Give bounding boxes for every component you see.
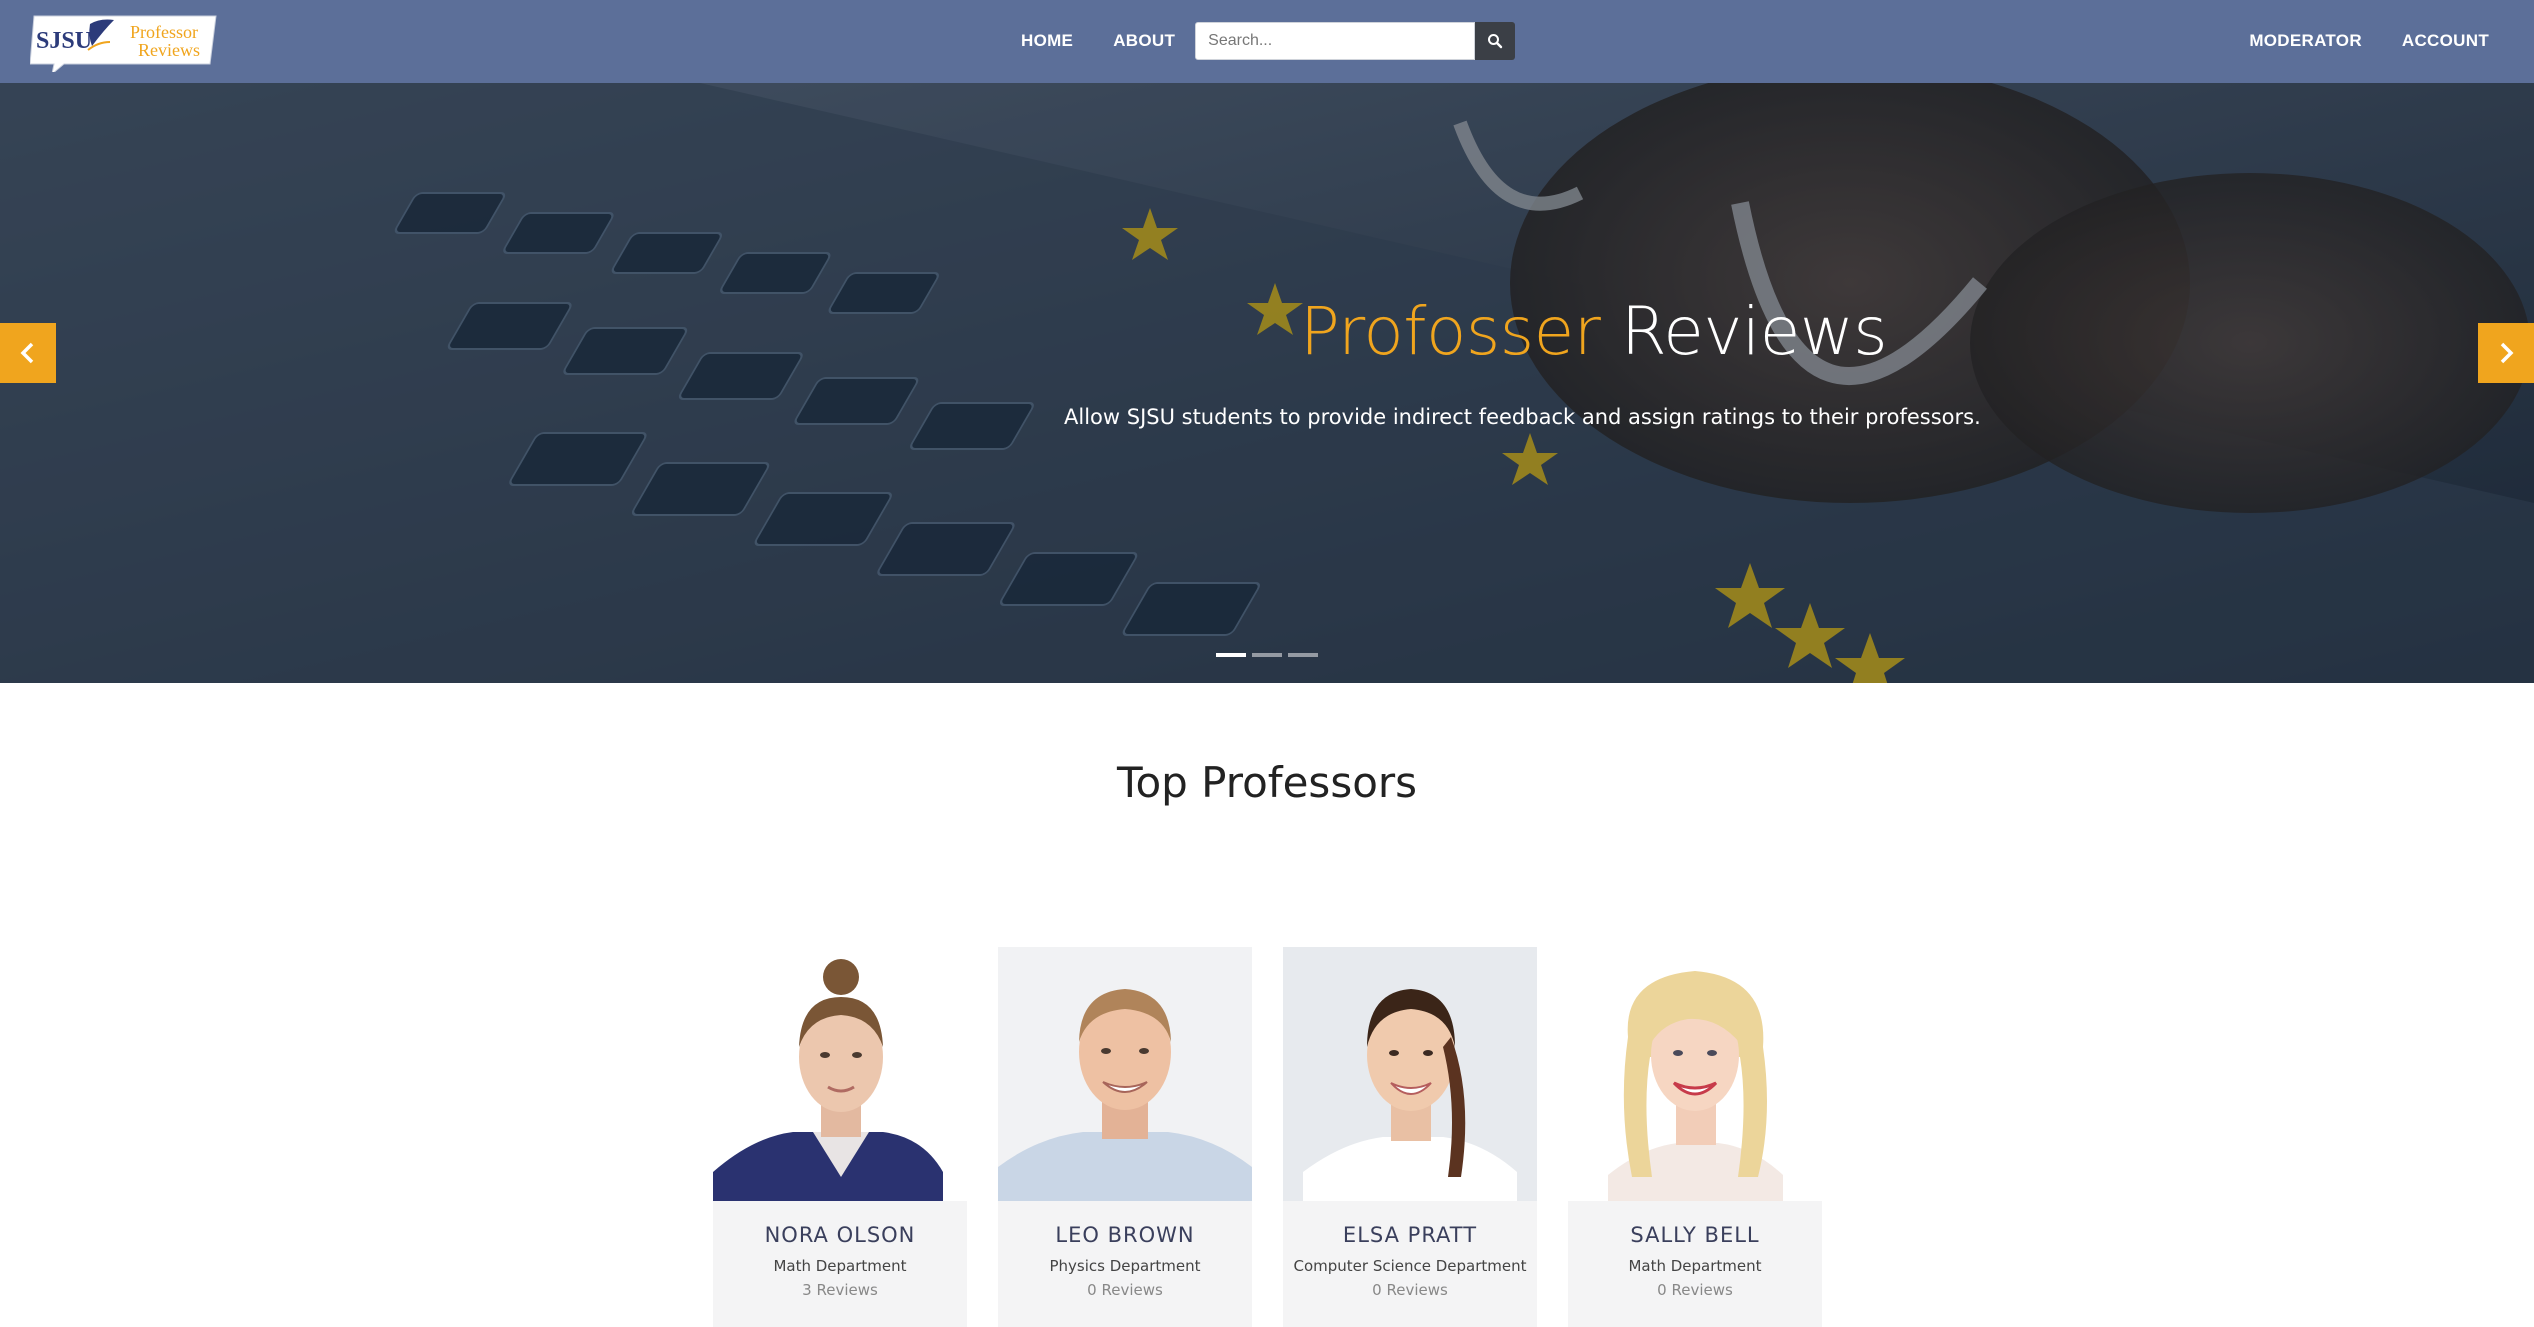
professor-department: Math Department — [1628, 1257, 1762, 1275]
search-input[interactable] — [1195, 22, 1476, 60]
professor-card[interactable]: NORA OLSON Math Department 3 Reviews — [713, 947, 967, 1327]
professor-review-count: 0 Reviews — [1087, 1281, 1163, 1299]
professor-card[interactable]: SALLY BELL Math Department 0 Reviews — [1568, 947, 1822, 1327]
carousel-indicator-3[interactable] — [1288, 653, 1318, 657]
hero-overlay — [0, 83, 2534, 683]
hero-subtitle: Allow SJSU students to provide indirect … — [1064, 405, 1981, 429]
professor-card[interactable]: ELSA PRATT Computer Science Department 0… — [1283, 947, 1537, 1327]
hero-title-accent: Profosser — [1300, 293, 1601, 370]
nav-about-link[interactable]: ABOUT — [1113, 31, 1175, 51]
carousel-indicator-2[interactable] — [1252, 653, 1282, 657]
nav-home-link[interactable]: HOME — [1021, 31, 1073, 51]
nav-account-link[interactable]: ACCOUNT — [2402, 31, 2489, 51]
carousel-indicator-1[interactable] — [1216, 653, 1246, 657]
hero-title-rest: Reviews — [1620, 293, 1888, 370]
professor-review-count: 3 Reviews — [802, 1281, 878, 1299]
professor-name: LEO BROWN — [1055, 1223, 1195, 1247]
chevron-right-icon — [2500, 342, 2514, 364]
professor-name: SALLY BELL — [1630, 1223, 1760, 1247]
nav-right: MODERATOR ACCOUNT — [2249, 20, 2489, 62]
chevron-left-icon — [20, 342, 34, 364]
svg-text:Professor: Professor — [130, 22, 198, 42]
professor-name: NORA OLSON — [764, 1223, 916, 1247]
professor-review-count: 0 Reviews — [1657, 1281, 1733, 1299]
professor-review-count: 0 Reviews — [1372, 1281, 1448, 1299]
hero-carousel: Profosser Reviews Allow SJSU students to… — [0, 83, 2534, 683]
navbar: SJSU Professor Reviews HOME ABOUT MODERA… — [0, 0, 2534, 83]
svg-text:Reviews: Reviews — [138, 40, 200, 60]
professor-department: Computer Science Department — [1293, 1257, 1527, 1275]
nav-center: HOME ABOUT — [1000, 20, 1516, 62]
search-button[interactable] — [1475, 22, 1516, 60]
professor-photo — [998, 947, 1252, 1201]
professor-name: ELSA PRATT — [1342, 1223, 1478, 1247]
professor-department: Math Department — [773, 1257, 907, 1275]
carousel-prev-button[interactable] — [0, 323, 56, 383]
professor-photo — [713, 947, 967, 1201]
professor-card[interactable]: LEO BROWN Physics Department 0 Reviews — [998, 947, 1252, 1327]
professor-photo — [1283, 947, 1537, 1201]
nav-moderator-link[interactable]: MODERATOR — [2249, 31, 2362, 51]
search-icon — [1488, 34, 1503, 49]
professor-cards: NORA OLSON Math Department 3 Reviews LEO… — [713, 947, 1822, 1327]
carousel-next-button[interactable] — [2478, 323, 2534, 383]
svg-text:SJSU: SJSU — [36, 28, 92, 54]
carousel-indicators — [1216, 653, 1318, 657]
top-professors-title: Top Professors — [1116, 758, 1418, 807]
professor-department: Physics Department — [1049, 1257, 1201, 1275]
hero-title: Profosser Reviews — [1300, 293, 1888, 370]
site-logo[interactable]: SJSU Professor Reviews — [29, 12, 220, 76]
professor-photo — [1568, 947, 1822, 1201]
